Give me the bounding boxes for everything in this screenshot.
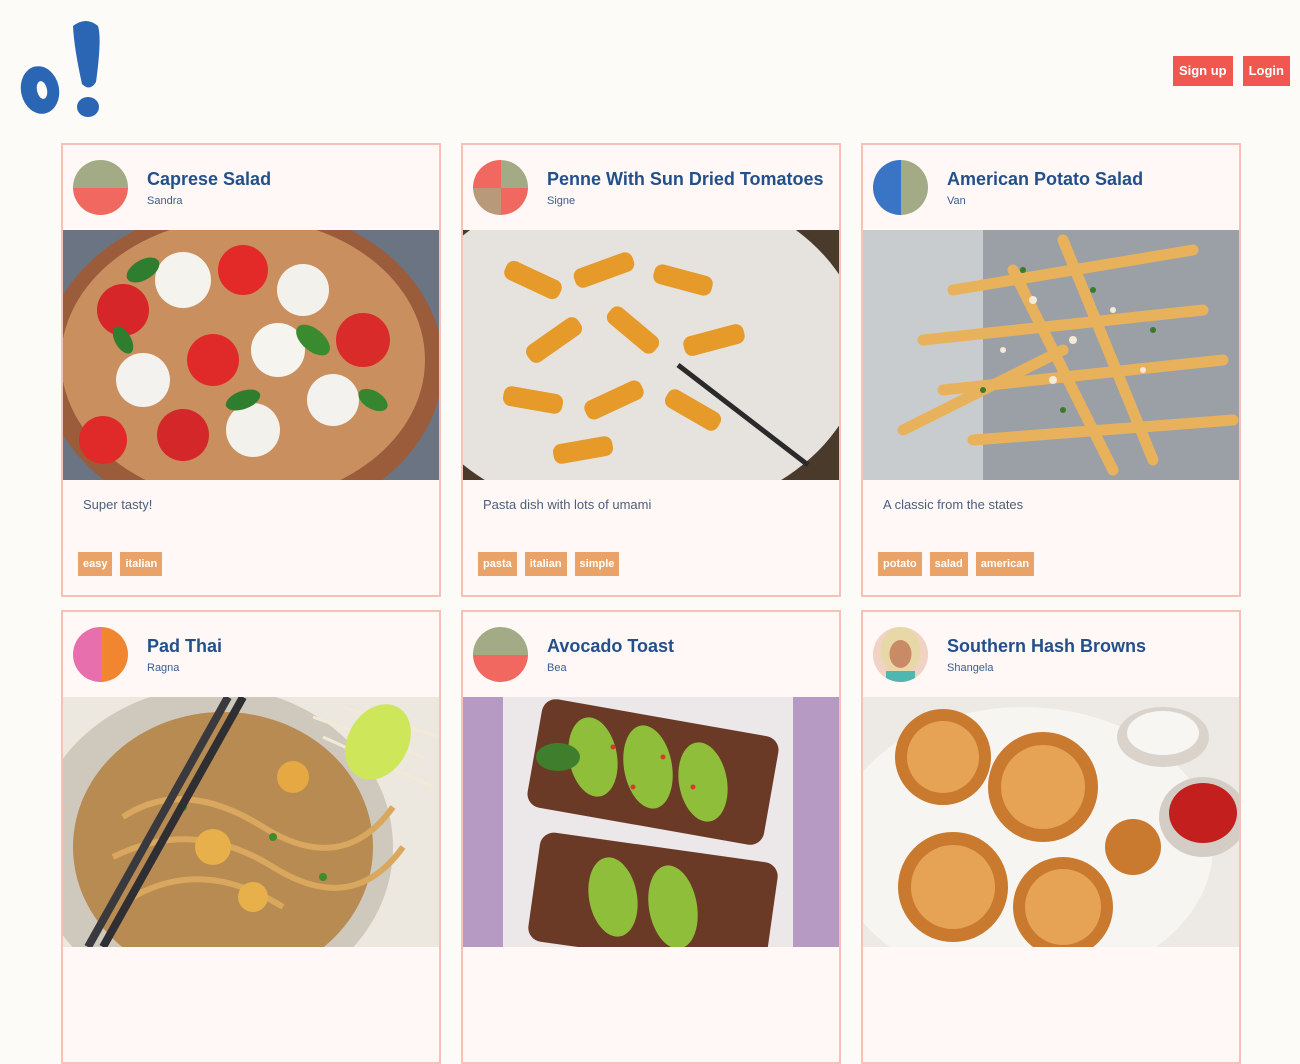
recipe-card[interactable]: Avocado Toast Bea — [461, 610, 841, 1064]
recipe-description: A classic from the states — [883, 497, 1024, 512]
tag[interactable]: pasta — [478, 552, 517, 576]
recipe-author: Bea — [547, 661, 567, 674]
tag[interactable]: american — [975, 552, 1035, 576]
tag-list: potato salad american — [878, 552, 1035, 576]
header-nav: Sign up Login — [1172, 56, 1290, 86]
recipe-card[interactable]: Pad Thai Ragna — [61, 610, 441, 1064]
card-header: Pad Thai Ragna — [63, 612, 439, 697]
recipe-image[interactable] — [863, 697, 1239, 947]
recipe-author: Van — [947, 194, 966, 207]
recipe-image[interactable] — [63, 230, 439, 480]
recipe-title[interactable]: Penne With Sun Dried Tomatoes — [547, 169, 824, 190]
recipe-title[interactable]: Southern Hash Browns — [947, 636, 1146, 657]
recipe-image[interactable] — [863, 230, 1239, 480]
tag[interactable]: potato — [878, 552, 922, 576]
recipe-description: Super tasty! — [83, 497, 153, 512]
recipe-title[interactable]: Caprese Salad — [147, 169, 271, 190]
card-header: Caprese Salad Sandra — [63, 145, 439, 230]
recipe-author: Signe — [547, 194, 576, 207]
tag[interactable]: salad — [929, 552, 968, 576]
tag[interactable]: simple — [574, 552, 620, 576]
card-header: Avocado Toast Bea — [463, 612, 839, 697]
avatar — [873, 627, 928, 682]
recipe-image[interactable] — [63, 697, 439, 947]
card-header: Penne With Sun Dried Tomatoes Signe — [463, 145, 839, 230]
recipe-author: Ragna — [147, 661, 180, 674]
avatar — [73, 160, 128, 215]
recipe-card[interactable]: Penne With Sun Dried Tomatoes Signe Past… — [461, 143, 841, 597]
recipe-image[interactable] — [463, 697, 839, 947]
recipe-title[interactable]: Avocado Toast — [547, 636, 674, 657]
tag-list: easy italian — [78, 552, 163, 576]
tag[interactable]: easy — [78, 552, 113, 576]
card-header: Southern Hash Browns Shangela — [863, 612, 1239, 697]
avatar — [873, 160, 928, 215]
recipe-card[interactable]: Southern Hash Browns Shangela — [861, 610, 1241, 1064]
tag[interactable]: italian — [524, 552, 567, 576]
signup-button[interactable]: Sign up — [1172, 56, 1233, 86]
login-button[interactable]: Login — [1242, 56, 1290, 86]
avatar — [73, 627, 128, 682]
recipe-image[interactable] — [463, 230, 839, 480]
tag[interactable]: italian — [120, 552, 163, 576]
avatar — [473, 627, 528, 682]
recipe-author: Shangela — [947, 661, 994, 674]
recipe-card[interactable]: American Potato Salad Van A classic from… — [861, 143, 1241, 597]
recipe-grid: Caprese Salad Sandra Super tasty! easy i… — [61, 143, 1241, 1064]
avatar — [473, 160, 528, 215]
recipe-title[interactable]: American Potato Salad — [947, 169, 1143, 190]
recipe-title[interactable]: Pad Thai — [147, 636, 222, 657]
recipe-card[interactable]: Caprese Salad Sandra Super tasty! easy i… — [61, 143, 441, 597]
recipe-author: Sandra — [147, 194, 183, 207]
recipe-description: Pasta dish with lots of umami — [483, 497, 652, 512]
tag-list: pasta italian simple — [478, 552, 620, 576]
logo[interactable] — [18, 18, 106, 122]
card-header: American Potato Salad Van — [863, 145, 1239, 230]
